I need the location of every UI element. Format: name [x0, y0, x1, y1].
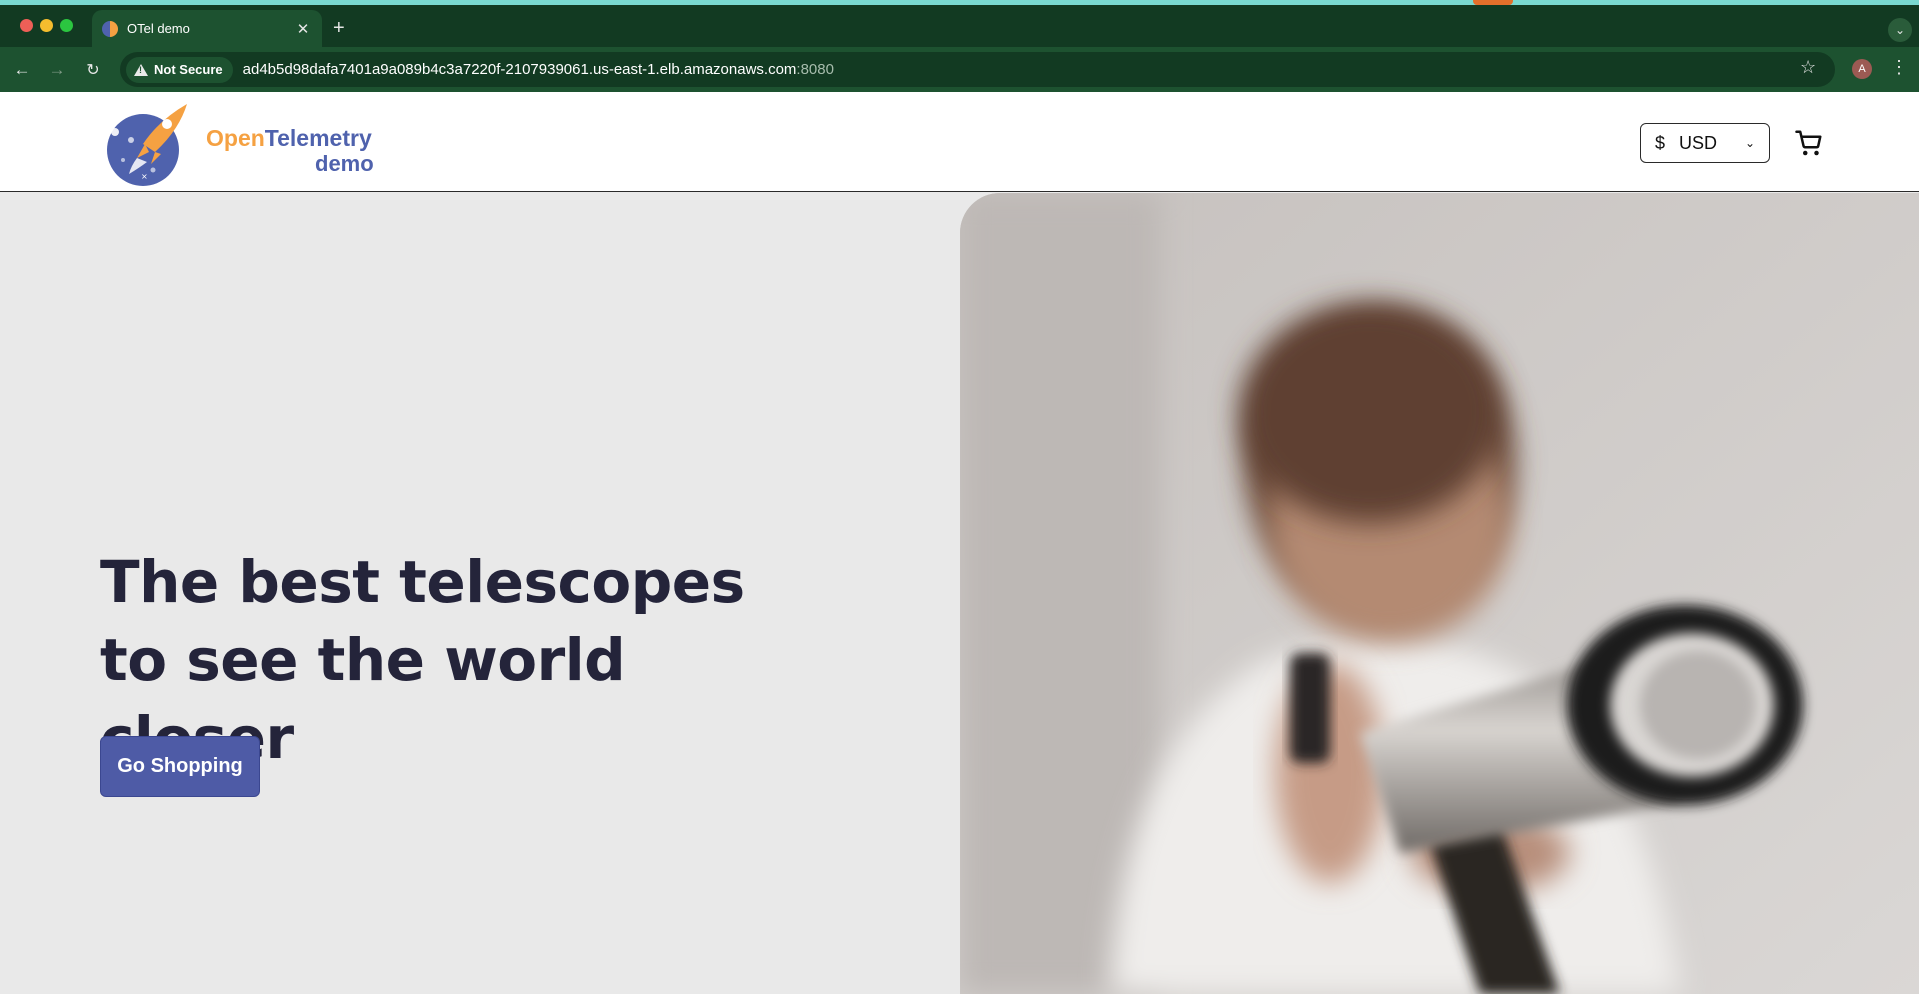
bookmark-star-icon[interactable]: ☆ — [1800, 57, 1816, 78]
forward-button[interactable]: → — [46, 59, 68, 81]
currency-selector[interactable]: $ USD ⌄ — [1640, 123, 1770, 163]
logo-telemetry: Telemetry — [264, 125, 372, 151]
hero-banner: The best telescopes to see the world clo… — [0, 193, 1919, 994]
site-header: × OpenTelemetry demo $ USD ⌄ — [0, 92, 1919, 192]
browser-menu-icon[interactable]: ⋮ — [1890, 57, 1908, 78]
otel-logo[interactable]: × OpenTelemetry demo — [101, 100, 381, 188]
cart-icon[interactable] — [1794, 128, 1824, 158]
security-indicator[interactable]: Not Secure — [126, 56, 233, 83]
logo-open: Open — [206, 125, 265, 151]
back-button[interactable]: ← — [11, 59, 33, 81]
logo-demo: demo — [315, 151, 374, 176]
currency-code: USD — [1679, 132, 1718, 153]
tab-search-button[interactable]: ⌄ — [1888, 18, 1912, 42]
url-port: :8080 — [796, 61, 834, 78]
warning-icon — [134, 63, 148, 76]
new-tab-button[interactable]: + — [333, 18, 345, 38]
tab-title: OTel demo — [127, 21, 190, 36]
telescope-photo — [960, 193, 1919, 994]
address-bar[interactable]: Not Secure ad4b5d98dafa7401a9a089b4c3a72… — [120, 52, 1835, 87]
chevron-down-icon: ⌄ — [1744, 136, 1755, 150]
minimize-window-button[interactable] — [40, 19, 53, 32]
tab-otel-demo[interactable]: OTel demo ✕ — [92, 10, 322, 47]
svg-text:×: × — [141, 172, 148, 181]
tab-bar: OTel demo ✕ + ⌄ — [0, 5, 1919, 47]
close-window-button[interactable] — [20, 19, 33, 32]
url-text[interactable]: ad4b5d98dafa7401a9a089b4c3a7220f-2107939… — [243, 61, 834, 78]
url-host: ad4b5d98dafa7401a9a089b4c3a7220f-2107939… — [242, 61, 797, 78]
logo-wordmark: OpenTelemetry — [206, 126, 372, 151]
close-tab-icon[interactable]: ✕ — [294, 20, 312, 38]
maximize-window-button[interactable] — [60, 19, 73, 32]
go-shopping-button[interactable]: Go Shopping — [100, 736, 260, 797]
profile-avatar[interactable]: A — [1852, 59, 1872, 79]
security-label: Not Secure — [154, 62, 223, 77]
browser-toolbar: ← → ↻ Not Secure ad4b5d98dafa7401a9a089b… — [0, 47, 1919, 92]
otel-favicon-icon — [102, 20, 118, 37]
rocket-planet-icon: × — [107, 104, 187, 186]
hero-image-boy-with-telescope — [960, 193, 1919, 994]
reload-button[interactable]: ↻ — [82, 59, 104, 81]
currency-symbol: $ — [1655, 132, 1666, 153]
